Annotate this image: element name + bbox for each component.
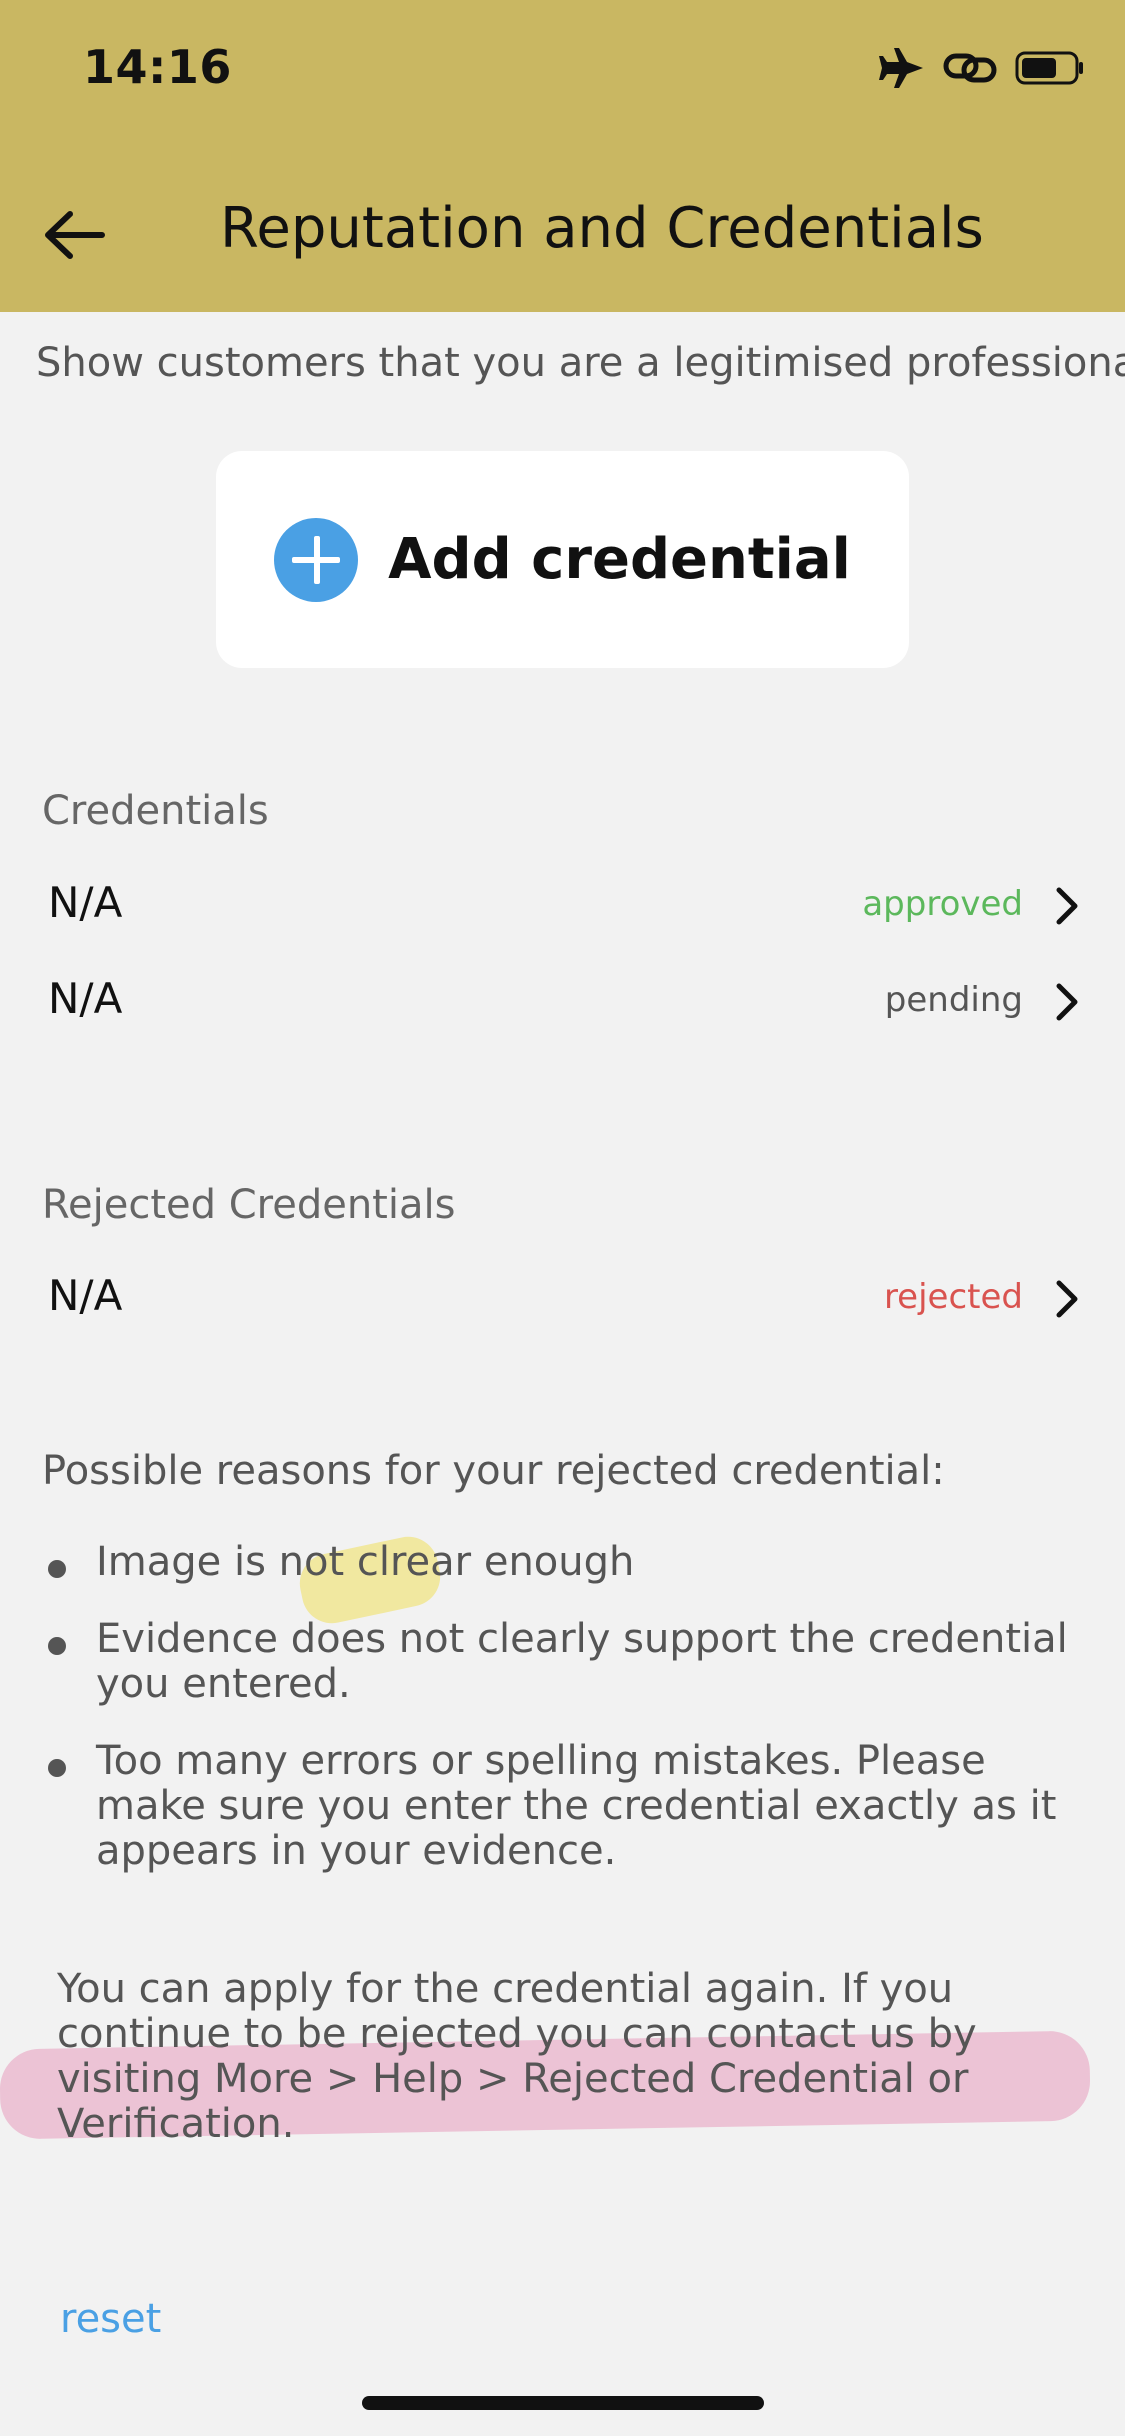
reason-text: Image is not clrear enough xyxy=(96,1539,635,1585)
credential-title: N/A xyxy=(48,974,123,1023)
link-icon xyxy=(943,53,997,83)
credential-title: N/A xyxy=(48,878,123,927)
rejected-credential-row[interactable]: N/A rejected xyxy=(0,1259,1125,1339)
back-button[interactable] xyxy=(40,200,120,270)
app-header: 14:16 Reputation and Credentials xyxy=(0,0,1125,312)
page-title: Reputation and Credentials xyxy=(220,196,984,261)
airplane-icon xyxy=(879,48,923,88)
add-credential-button[interactable]: Add credential xyxy=(216,451,909,668)
info-text: You can apply for the credential again. … xyxy=(57,1966,977,2147)
status-time: 14:16 xyxy=(83,40,232,94)
list-item: Too many errors or spelling mistakes. Pl… xyxy=(42,1739,1082,1874)
reasons-title: Possible reasons for your rejected crede… xyxy=(42,1448,945,1494)
bullet-icon xyxy=(48,1560,66,1578)
status-icons xyxy=(879,46,1085,90)
credential-title: N/A xyxy=(48,1271,123,1320)
reasons-list: Image is not clrear enough Evidence does… xyxy=(42,1540,1082,1906)
home-indicator xyxy=(362,2396,764,2410)
bullet-icon xyxy=(48,1637,66,1655)
status-rejected: rejected xyxy=(883,1277,1023,1317)
status-approved: approved xyxy=(862,884,1023,924)
add-credential-label: Add credential xyxy=(388,527,851,592)
credentials-header: Credentials xyxy=(42,788,269,834)
reason-text: Too many errors or spelling mistakes. Pl… xyxy=(96,1738,1057,1874)
chevron-right-icon xyxy=(1056,887,1078,925)
subtitle: Show customers that you are a legitimise… xyxy=(36,340,1125,386)
list-item: Evidence does not clearly support the cr… xyxy=(42,1617,1082,1707)
credential-row[interactable]: N/A pending xyxy=(0,962,1125,1042)
plus-circle-icon xyxy=(274,517,359,602)
list-item: Image is not clrear enough xyxy=(42,1540,1082,1585)
reason-text: Evidence does not clearly support the cr… xyxy=(96,1616,1068,1707)
reset-link[interactable]: reset xyxy=(60,2296,161,2342)
arrow-left-icon xyxy=(45,211,105,259)
chevron-right-icon xyxy=(1056,983,1078,1021)
battery-icon xyxy=(1015,51,1083,85)
rejected-credentials-header: Rejected Credentials xyxy=(42,1182,456,1228)
status-pending: pending xyxy=(884,980,1023,1020)
chevron-right-icon xyxy=(1056,1280,1078,1318)
credential-row[interactable]: N/A approved xyxy=(0,866,1125,946)
bullet-icon xyxy=(48,1759,66,1777)
